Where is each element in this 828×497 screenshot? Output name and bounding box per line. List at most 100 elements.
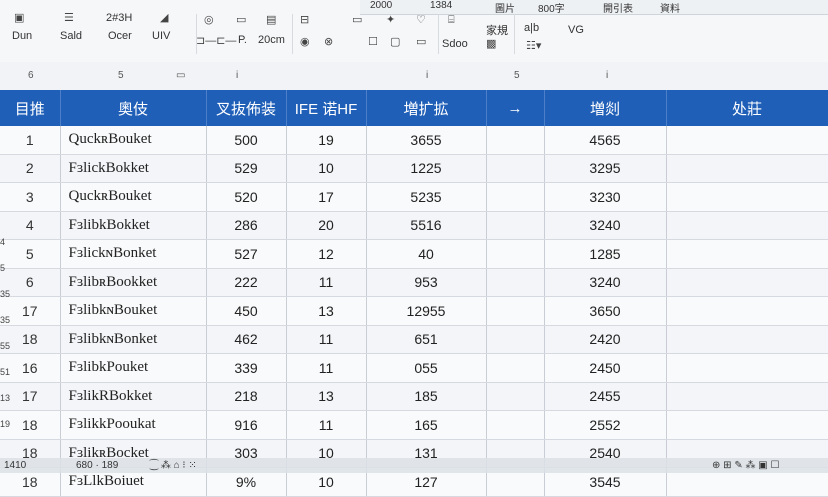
table-cell-c[interactable]: 055 <box>366 353 487 383</box>
table-cell-name[interactable]: FɜlibkɴBonket <box>60 325 207 354</box>
ribbon-tab[interactable]: 1384 <box>430 0 452 11</box>
ribbon-button[interactable]: ⊟ <box>300 14 309 26</box>
table-row[interactable]: 17 FɜlibkɴBouket 450 13 12955 3650 <box>0 296 828 326</box>
table-row[interactable]: 6 FɜlibʀBookket 222 11 953 3240 <box>0 268 828 297</box>
table-cell-b[interactable]: 11 <box>286 325 367 354</box>
ribbon-button[interactable]: ♡ <box>416 14 426 26</box>
table-row[interactable]: 2 FɜlickBokket 529 10 1225 3295 <box>0 154 828 183</box>
table-cell-d[interactable] <box>486 126 545 155</box>
column-marker[interactable]: 5 <box>118 70 124 81</box>
table-row[interactable]: 4 FɜlibkBokket 286 20 5516 3240 <box>0 211 828 240</box>
table-row[interactable]: 1 QuckʀBouket 500 19 3655 4565 <box>0 126 828 155</box>
table-cell-d[interactable] <box>486 182 545 212</box>
table-cell-f[interactable] <box>666 126 828 155</box>
table-cell-e[interactable]: 4565 <box>544 126 667 155</box>
column-header[interactable]: → <box>486 90 545 126</box>
table-cell-name[interactable]: FɜlikkPooukat <box>60 410 207 440</box>
table-cell-e[interactable]: 3240 <box>544 268 667 297</box>
column-marker-icon[interactable]: ▭ <box>176 70 185 81</box>
table-cell-b[interactable]: 20 <box>286 211 367 240</box>
table-cell-f[interactable] <box>666 211 828 240</box>
row-header[interactable]: 13 <box>0 393 10 403</box>
row-header[interactable]: 51 <box>0 367 10 377</box>
table-cell-c[interactable]: 651 <box>366 325 487 354</box>
ribbon-group[interactable]: ◢ <box>160 12 168 24</box>
table-cell-b[interactable]: 11 <box>286 353 367 383</box>
ribbon-button[interactable]: ▢ <box>390 36 400 48</box>
ribbon-button[interactable]: ⌸ <box>448 14 455 26</box>
table-cell-d[interactable] <box>486 239 545 269</box>
table-cell-a[interactable]: 500 <box>206 126 287 155</box>
table-cell-d[interactable] <box>486 410 545 440</box>
row-header[interactable]: 5 <box>0 263 5 273</box>
table-cell-f[interactable] <box>666 353 828 383</box>
table-cell-e[interactable]: 2455 <box>544 382 667 411</box>
table-cell-d[interactable] <box>486 296 545 326</box>
table-cell-a[interactable]: 222 <box>206 268 287 297</box>
table-cell-e[interactable]: 3240 <box>544 211 667 240</box>
table-cell-c[interactable]: 12955 <box>366 296 487 326</box>
table-cell-b[interactable]: 10 <box>286 154 367 183</box>
table-row[interactable]: 16 FɜlibkPouket 339 11 055 2450 <box>0 353 828 383</box>
ribbon-group[interactable]: ▣ <box>14 12 24 24</box>
column-header[interactable]: 増剡 <box>544 90 667 126</box>
column-header[interactable]: 目推 <box>0 90 61 126</box>
table-cell-e[interactable]: 2420 <box>544 325 667 354</box>
table-cell-f[interactable] <box>666 410 828 440</box>
row-header[interactable]: 55 <box>0 341 10 351</box>
table-cell-f[interactable] <box>666 325 828 354</box>
table-cell-b[interactable]: 12 <box>286 239 367 269</box>
table-cell-d[interactable] <box>486 154 545 183</box>
table-cell-a[interactable]: 527 <box>206 239 287 269</box>
table-cell-e[interactable]: 3295 <box>544 154 667 183</box>
table-row[interactable]: 3 QuckʀBouket 520 17 5235 3230 <box>0 182 828 212</box>
column-marker[interactable]: 5 <box>514 70 520 81</box>
table-cell-c[interactable]: 953 <box>366 268 487 297</box>
table-row[interactable]: 5 FɜlickɴBonket 527 12 40 1285 <box>0 239 828 269</box>
ribbon-tab[interactable]: 800字 <box>538 0 565 15</box>
table-cell-a[interactable]: 450 <box>206 296 287 326</box>
table-cell-d[interactable] <box>486 325 545 354</box>
ribbon-button[interactable]: ☷▾ <box>526 40 541 52</box>
row-header[interactable]: 19 <box>0 419 10 429</box>
ribbon-tab[interactable]: 圖片 <box>495 0 515 15</box>
table-cell-a[interactable]: 529 <box>206 154 287 183</box>
column-marker[interactable]: i <box>606 70 608 81</box>
table-cell-a[interactable]: 218 <box>206 382 287 411</box>
table-cell-c[interactable]: 165 <box>366 410 487 440</box>
table-cell-f[interactable] <box>666 382 828 411</box>
table-cell-f[interactable] <box>666 268 828 297</box>
table-cell-e[interactable]: 2450 <box>544 353 667 383</box>
table-cell-c[interactable]: 185 <box>366 382 487 411</box>
ribbon-tab[interactable]: 2000 <box>370 0 392 11</box>
table-cell-c[interactable]: 40 <box>366 239 487 269</box>
table-cell-b[interactable]: 13 <box>286 382 367 411</box>
row-header[interactable]: 35 <box>0 315 10 325</box>
status-icons[interactable]: ⁐ ⁂ ⌂ ⁝ ⁙ <box>150 460 197 471</box>
table-cell-f[interactable] <box>666 239 828 269</box>
table-cell-a[interactable]: 286 <box>206 211 287 240</box>
ribbon-button[interactable]: ◉ <box>300 36 310 48</box>
ribbon-button[interactable]: ☐ <box>368 36 378 48</box>
column-marker[interactable]: i <box>236 70 238 81</box>
status-right-icons[interactable]: ⊕ ⊞ ✎ ⁂ ▣ ☐ <box>712 460 779 471</box>
table-cell-b[interactable]: 17 <box>286 182 367 212</box>
table-cell-a[interactable]: 520 <box>206 182 287 212</box>
table-row[interactable]: 18 FɜlibkɴBonket 462 11 651 2420 <box>0 325 828 354</box>
column-marker[interactable]: i <box>426 70 428 81</box>
table-cell-name[interactable]: FɜlibʀBookket <box>60 268 207 297</box>
table-cell-d[interactable] <box>486 382 545 411</box>
table-cell-name[interactable]: FɜlickBokket <box>60 154 207 183</box>
ribbon-button[interactable]: ▭ <box>236 14 246 26</box>
table-cell-c[interactable]: 5235 <box>366 182 487 212</box>
ribbon-group[interactable]: ◎ <box>204 14 214 26</box>
table-cell-b[interactable]: 13 <box>286 296 367 326</box>
table-row[interactable]: 17 FɜlikRBokket 218 13 185 2455 <box>0 382 828 411</box>
table-cell-e[interactable]: 3230 <box>544 182 667 212</box>
table-cell-name[interactable]: QuckʀBouket <box>60 126 207 155</box>
ribbon-button[interactable]: ▭ <box>352 14 362 26</box>
table-cell-name[interactable]: QuckʀBouket <box>60 182 207 212</box>
table-cell-a[interactable]: 339 <box>206 353 287 383</box>
ribbon-group[interactable]: ☰ <box>64 12 74 24</box>
table-cell-name[interactable]: FɜlickɴBonket <box>60 239 207 269</box>
